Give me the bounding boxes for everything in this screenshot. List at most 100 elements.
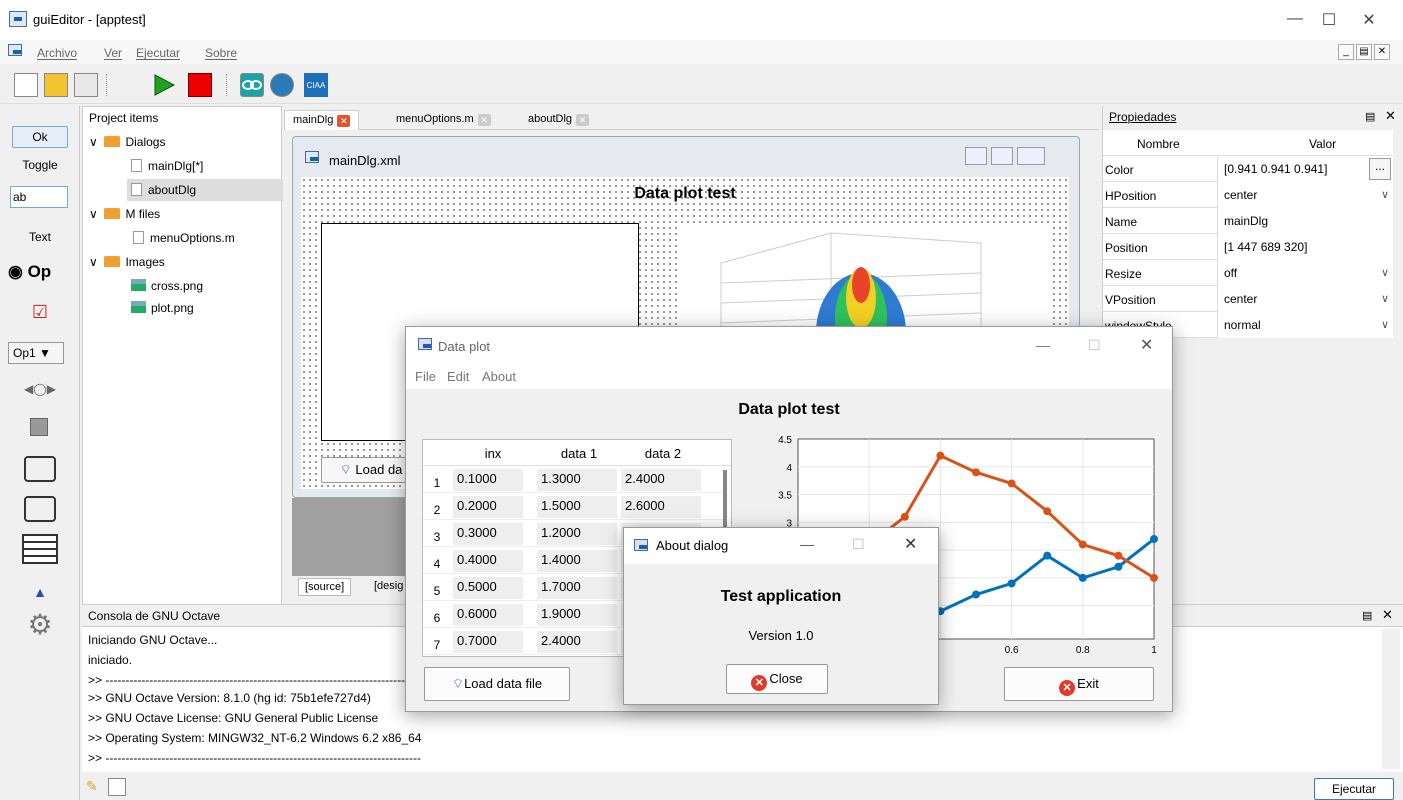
- float-panel-icon[interactable]: ▤: [1362, 609, 1372, 622]
- design-maximize-icon[interactable]: [991, 147, 1013, 165]
- checkbox-icon[interactable]: ☑: [10, 302, 70, 323]
- mdi-minimize-icon[interactable]: _: [1338, 44, 1354, 60]
- settings-gear-icon[interactable]: ⚙: [10, 608, 70, 641]
- table-cell[interactable]: 0.3000: [453, 523, 523, 545]
- tree-item-plot[interactable]: plot.png: [131, 301, 194, 315]
- minimize-icon[interactable]: —: [1036, 337, 1050, 353]
- chevron-down-icon[interactable]: ∨: [1381, 292, 1389, 305]
- ejecutar-button[interactable]: Ejecutar: [1314, 778, 1394, 800]
- tree-item-menuoptions[interactable]: menuOptions.m: [133, 231, 235, 245]
- ciaa-icon[interactable]: CIAA: [304, 73, 328, 97]
- palette-button[interactable]: Ok: [12, 126, 68, 148]
- prop-row-vposition[interactable]: VPosition center ∨: [1103, 286, 1393, 312]
- clipboard-icon[interactable]: [108, 778, 126, 796]
- arduino-icon[interactable]: [240, 73, 264, 97]
- table-cell[interactable]: 1.2000: [537, 523, 617, 545]
- prop-row-hposition[interactable]: HPosition center ∨: [1103, 182, 1393, 208]
- tree-item-maindlg[interactable]: mainDlg[*]: [131, 159, 203, 173]
- menu-ejecutar[interactable]: Ejecutar: [136, 46, 180, 60]
- menu-sobre[interactable]: Sobre: [205, 46, 237, 60]
- table-row[interactable]: 2 0.2000 1.5000 2.6000: [423, 494, 723, 520]
- chevron-down-icon[interactable]: ∨: [1381, 188, 1389, 201]
- menu-file[interactable]: File: [415, 369, 436, 384]
- buttongroup-icon[interactable]: [24, 496, 56, 522]
- float-panel-icon[interactable]: ▤: [1365, 110, 1375, 123]
- tab-close-icon[interactable]: ✕: [576, 114, 590, 126]
- table-cell[interactable]: 0.1000: [453, 469, 523, 491]
- tab-menuoptions[interactable]: menuOptions.m ✕: [388, 110, 499, 130]
- run-icon[interactable]: [152, 73, 176, 97]
- table-icon[interactable]: [22, 534, 58, 564]
- minimize-icon[interactable]: —: [1280, 10, 1310, 28]
- prop-row-resize[interactable]: Resize off ∨: [1103, 260, 1393, 286]
- table-cell[interactable]: 0.6000: [453, 604, 523, 626]
- prop-row-name[interactable]: Name mainDlg: [1103, 208, 1393, 234]
- table-cell[interactable]: 1.4000: [537, 550, 617, 572]
- prop-row-position[interactable]: Position [1 447 689 320]: [1103, 234, 1393, 260]
- tab-close-icon[interactable]: ✕: [337, 115, 351, 127]
- tree-item-aboutdlg[interactable]: aboutDlg: [127, 179, 283, 201]
- open-folder-icon[interactable]: [44, 73, 68, 97]
- close-icon[interactable]: ✕: [1354, 10, 1384, 30]
- table-cell[interactable]: 0.2000: [453, 496, 523, 518]
- tab-aboutdlg[interactable]: aboutDlg ✕: [520, 110, 597, 130]
- table-cell[interactable]: 0.4000: [453, 550, 523, 572]
- tab-close-icon[interactable]: ✕: [477, 114, 491, 126]
- tree-folder-images[interactable]: ∨ Images: [89, 255, 165, 269]
- palette-toggle[interactable]: Toggle: [10, 158, 70, 172]
- close-icon[interactable]: ✕: [904, 534, 917, 554]
- tree-item-cross[interactable]: cross.png: [131, 279, 203, 293]
- table-cell[interactable]: 1.7000: [537, 577, 617, 599]
- panel-icon[interactable]: [24, 456, 56, 482]
- slider-icon[interactable]: ◀◯▶: [10, 382, 70, 396]
- tree-folder-mfiles[interactable]: ∨ M files: [89, 207, 160, 221]
- prop-value[interactable]: off: [1217, 260, 1393, 286]
- color-picker-button[interactable]: ...: [1369, 158, 1391, 180]
- table-cell[interactable]: 1.3000: [537, 469, 617, 491]
- table-cell[interactable]: 0.7000: [453, 631, 523, 653]
- chevron-down-icon[interactable]: ∨: [1381, 266, 1389, 279]
- prop-value[interactable]: center: [1217, 182, 1393, 208]
- close-panel-icon[interactable]: ✕: [1382, 607, 1393, 623]
- table-cell[interactable]: 0.5000: [453, 577, 523, 599]
- table-cell[interactable]: 2.4000: [537, 631, 617, 653]
- prop-value[interactable]: [1 447 689 320]: [1217, 234, 1393, 260]
- table-cell[interactable]: 1.5000: [537, 496, 617, 518]
- palette-radio[interactable]: ◉ Op: [8, 262, 68, 282]
- palette-edit[interactable]: ab: [10, 186, 68, 208]
- load-data-file-button[interactable]: ⌔Load data file: [424, 667, 570, 701]
- palette-popup[interactable]: Op1 ▼: [8, 342, 64, 364]
- about-close-button[interactable]: ✕ Close: [726, 664, 828, 694]
- edit-pencil-icon[interactable]: ✎: [86, 778, 104, 796]
- tab-design[interactable]: [desig: [368, 578, 409, 594]
- listbox-icon[interactable]: [30, 418, 48, 436]
- menu-archivo[interactable]: Archivo: [37, 46, 77, 60]
- mdi-restore-icon[interactable]: ▤: [1356, 44, 1372, 60]
- console-scrollbar[interactable]: [1382, 629, 1400, 769]
- maximize-icon[interactable]: ☐: [1088, 337, 1101, 354]
- save-icon[interactable]: [74, 73, 98, 97]
- menu-ver[interactable]: Ver: [104, 46, 122, 60]
- table-row[interactable]: 1 0.1000 1.3000 2.4000: [423, 467, 723, 493]
- mdi-close-icon[interactable]: ✕: [1374, 44, 1390, 60]
- chevron-down-icon[interactable]: ∨: [1381, 318, 1389, 331]
- table-cell[interactable]: 1.9000: [537, 604, 617, 626]
- table-cell[interactable]: 2.6000: [621, 496, 701, 518]
- close-icon[interactable]: ✕: [1140, 335, 1153, 355]
- new-file-icon[interactable]: [14, 73, 38, 97]
- prop-value[interactable]: normal: [1217, 312, 1393, 338]
- prop-value[interactable]: [0.941 0.941 0.941]: [1217, 156, 1393, 182]
- table-cell[interactable]: 2.4000: [621, 469, 701, 491]
- minimize-icon[interactable]: —: [800, 536, 814, 552]
- tree-folder-dialogs[interactable]: ∨ Dialogs: [89, 135, 165, 149]
- design-minimize-icon[interactable]: [965, 147, 987, 165]
- design-close-icon[interactable]: [1017, 147, 1045, 165]
- close-panel-icon[interactable]: ✕: [1385, 108, 1396, 124]
- exit-button[interactable]: ✕ Exit: [1004, 667, 1154, 701]
- maximize-icon[interactable]: ☐: [1314, 10, 1344, 30]
- prop-value[interactable]: center: [1217, 286, 1393, 312]
- prop-value[interactable]: mainDlg: [1217, 208, 1393, 234]
- prop-row-color[interactable]: Color [0.941 0.941 0.941]...: [1103, 156, 1393, 182]
- tab-maindlg[interactable]: mainDlg ✕: [284, 110, 360, 130]
- maximize-icon[interactable]: ☐: [852, 536, 865, 553]
